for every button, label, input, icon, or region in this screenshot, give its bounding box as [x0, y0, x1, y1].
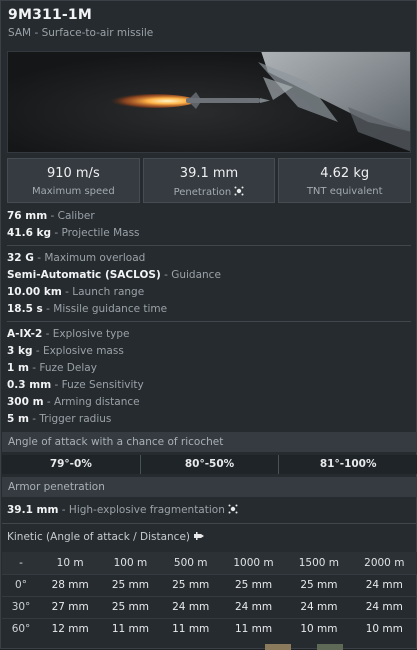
column-header: 2000 m	[351, 552, 417, 574]
table-cell: 25 mm	[286, 573, 352, 596]
table-header-row: - 10 m 100 m 500 m 1000 m 1500 m 2000 m	[2, 552, 417, 574]
ricochet-value: 81°-100%	[278, 455, 417, 474]
he-penetration: 39.1 mm - High-explosive fragmentation	[7, 502, 411, 519]
table-cell: 25 mm	[160, 573, 221, 596]
ricochet-values: 79°-0% 80°-50% 81°-100%	[2, 455, 417, 474]
thumbnail	[265, 644, 291, 650]
explosion-icon	[228, 504, 238, 514]
column-header: 10 m	[40, 552, 101, 574]
spec-row: 0.3 mm - Fuze Sensitivity	[7, 379, 144, 391]
stat-value: 4.62 kg	[320, 166, 370, 181]
table-cell: 12 mm	[40, 617, 101, 640]
table-row: 0° 28 mm 25 mm 25 mm 25 mm 25 mm 24 mm	[2, 573, 417, 596]
table-cell: 28 mm	[40, 573, 101, 596]
table-cell: 27 mm	[40, 595, 101, 618]
table-row: 30° 27 mm 25 mm 24 mm 24 mm 24 mm 24 mm	[2, 595, 417, 618]
divider	[7, 321, 411, 322]
spec-row: 1 m - Fuze Delay	[7, 362, 97, 374]
ricochet-value: 80°-50%	[139, 455, 279, 474]
ricochet-header: Angle of attack with a chance of ricoche…	[2, 432, 417, 452]
missile-title: 9M311-1M	[8, 7, 92, 23]
spec-row: Semi-Automatic (SACLOS) - Guidance	[7, 269, 221, 281]
table-cell: 24 mm	[220, 595, 287, 618]
spec-row: 18.5 s - Missile guidance time	[7, 303, 168, 315]
armor-penetration-header: Armor penetration	[2, 477, 417, 497]
table-cell: 25 mm	[100, 573, 161, 596]
table-cell: 11 mm	[160, 617, 221, 640]
stat-label: TNT equivalent	[306, 186, 383, 197]
spec-row: 300 m - Arming distance	[7, 396, 140, 408]
table-cell: 24 mm	[351, 573, 417, 596]
he-label: - High-explosive fragmentation	[61, 504, 225, 516]
column-header: 500 m	[160, 552, 221, 574]
divider	[2, 523, 417, 524]
column-header: -	[2, 552, 40, 574]
explosion-icon	[234, 186, 244, 196]
table-cell: 24 mm	[351, 595, 417, 618]
thumbnail	[317, 644, 343, 650]
table-row: 60° 12 mm 11 mm 11 mm 11 mm 10 mm 10 mm	[2, 617, 417, 640]
kinetic-label: Kinetic (Angle of attack / Distance)	[7, 531, 191, 543]
row-angle: 60°	[2, 617, 40, 640]
missile-subtitle: SAM - Surface-to-air missile	[8, 27, 154, 39]
shell-icon	[194, 532, 205, 540]
stat-value: 910 m/s	[46, 166, 100, 181]
he-value: 39.1 mm	[7, 504, 59, 516]
missile-launch-illustration	[100, 52, 410, 152]
penetration-table: - 10 m 100 m 500 m 1000 m 1500 m 2000 m …	[2, 552, 417, 640]
spec-row: 41.6 kg - Projectile Mass	[7, 227, 140, 239]
table-cell: 11 mm	[220, 617, 287, 640]
row-angle: 30°	[2, 595, 40, 618]
column-header: 100 m	[100, 552, 161, 574]
table-cell: 25 mm	[220, 573, 287, 596]
ricochet-value: 79°-0%	[49, 458, 92, 470]
table-cell: 24 mm	[286, 595, 352, 618]
table-cell: 10 mm	[351, 617, 417, 640]
spec-row: 76 mm - Caliber	[7, 210, 95, 222]
stat-label: Maximum speed	[32, 186, 115, 197]
column-header: 1500 m	[286, 552, 352, 574]
divider	[7, 245, 411, 246]
key-stats: 910 m/s Maximum speed 39.1 mm Penetratio…	[7, 158, 412, 203]
table-cell: 10 mm	[286, 617, 352, 640]
stat-penetration: 39.1 mm Penetration	[142, 158, 276, 203]
row-angle: 0°	[2, 573, 40, 596]
spec-row: 3 kg - Explosive mass	[7, 345, 124, 357]
table-cell: 25 mm	[100, 595, 161, 618]
kinetic-header: Kinetic (Angle of attack / Distance)	[7, 529, 411, 546]
spec-row: 10.00 km - Launch range	[7, 286, 145, 298]
stat-value: 39.1 mm	[179, 166, 239, 181]
missile-info-card: 9M311-1M SAM - Surface-to-air missile 91…	[0, 0, 417, 650]
table-cell: 11 mm	[100, 617, 161, 640]
table-cell: 24 mm	[160, 595, 221, 618]
column-header: 1000 m	[220, 552, 287, 574]
spec-list: 76 mm - Caliber 41.6 kg - Projectile Mas…	[7, 208, 411, 428]
spec-row: 32 G - Maximum overload	[7, 252, 146, 264]
spec-row: A-IX-2 - Explosive type	[7, 328, 130, 340]
missile-preview-image	[7, 51, 411, 153]
stat-max-speed: 910 m/s Maximum speed	[7, 158, 140, 203]
spec-row: 5 m - Trigger radius	[7, 413, 112, 425]
stat-label: Penetration	[173, 187, 232, 198]
stat-tnt-equivalent: 4.62 kg TNT equivalent	[278, 158, 412, 203]
